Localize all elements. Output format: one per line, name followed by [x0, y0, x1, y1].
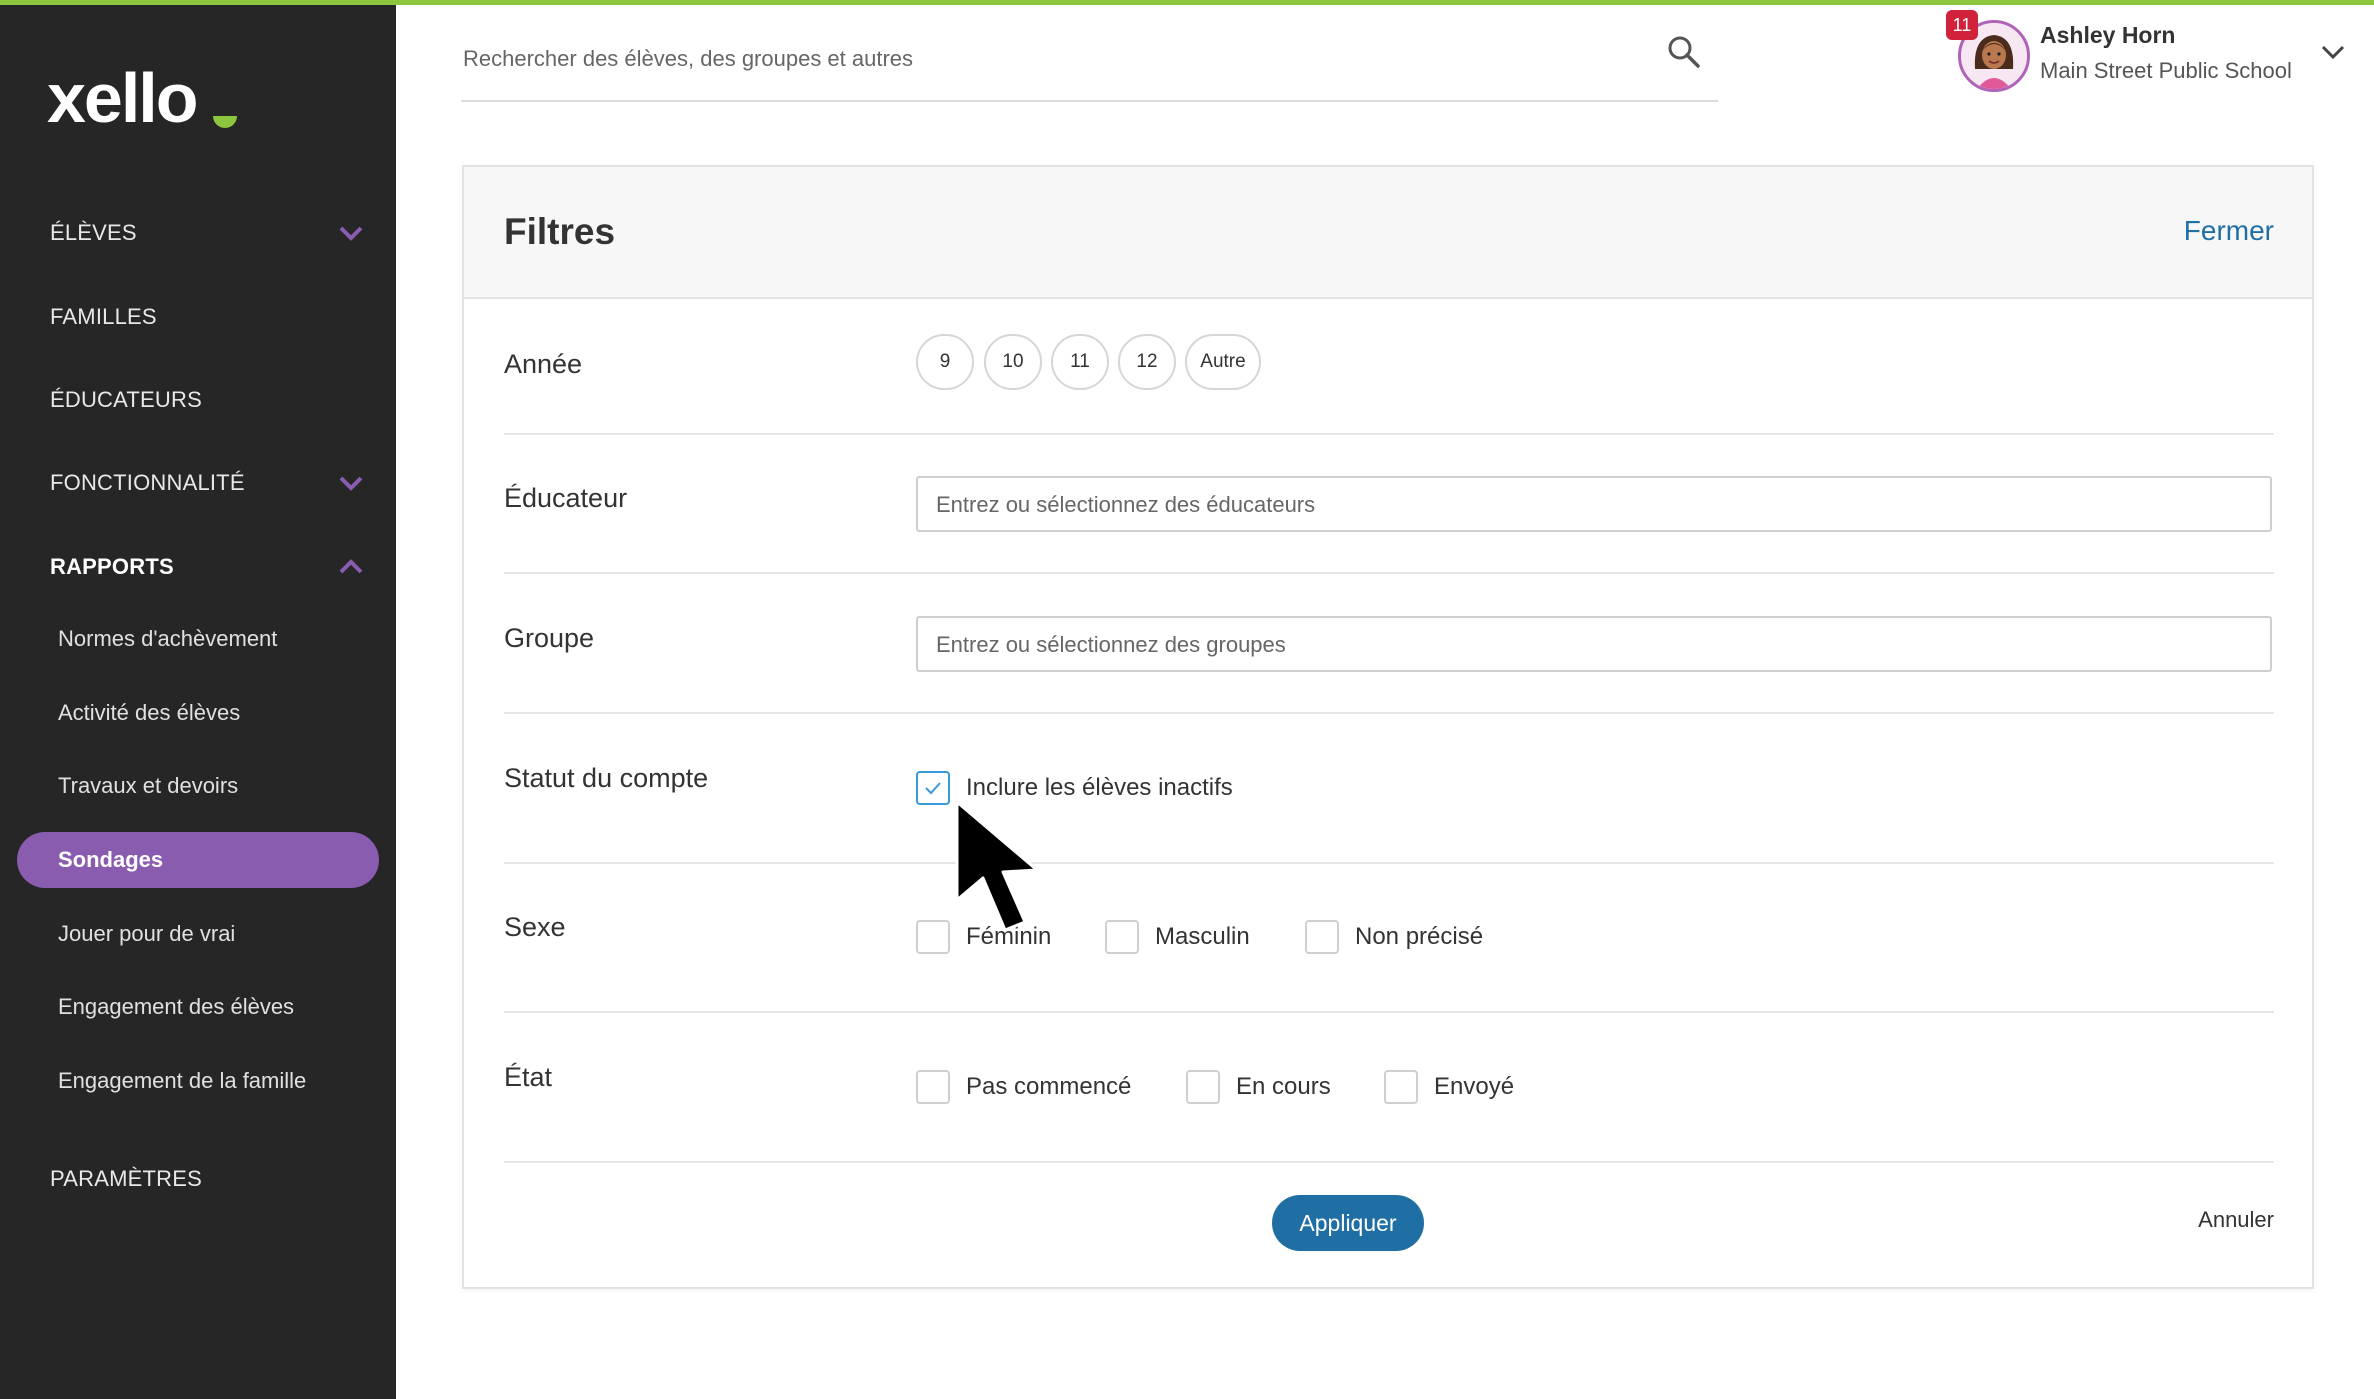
close-filters-link[interactable]: Fermer [2184, 215, 2274, 247]
search-icon[interactable] [1666, 34, 1702, 70]
sidebar-item-familles[interactable]: FAMILLES [0, 287, 396, 347]
educator-label: Éducateur [504, 483, 628, 513]
state-sent-checkbox[interactable] [1384, 1070, 1418, 1104]
group-field [916, 616, 2272, 672]
user-name[interactable]: Ashley Horn [2040, 22, 2175, 49]
sidebar-item-rapports[interactable]: RAPPORTS [0, 537, 396, 597]
chevron-up-icon[interactable] [336, 555, 366, 579]
notification-badge[interactable]: 11 [1946, 10, 1978, 40]
row-divider [504, 433, 2274, 435]
sidebar-subitem-label: Engagement des élèves [58, 994, 295, 1019]
sidebar-item-label: ÉDUCATEURS [50, 387, 202, 412]
xello-logo[interactable]: xello [47, 60, 257, 140]
state-not-started-label[interactable]: Pas commencé [966, 1073, 1131, 1101]
sex-feminine-checkbox[interactable] [916, 920, 950, 954]
inactive-students-label[interactable]: Inclure les élèves inactifs [966, 774, 1233, 802]
row-divider [504, 862, 2274, 864]
sex-unspecified-checkbox[interactable] [1305, 920, 1339, 954]
sidebar-subitem-travaux[interactable]: Travaux et devoirs [0, 758, 396, 814]
sidebar-subitem-activite[interactable]: Activité des élèves [0, 685, 396, 741]
sidebar-subitem-label: Sondages [58, 847, 164, 872]
search-input[interactable] [461, 32, 1645, 86]
logo-smile-shape [213, 116, 237, 128]
chevron-down-icon[interactable] [336, 221, 366, 245]
state-not-started-checkbox[interactable] [916, 1070, 950, 1104]
sidebar-item-label: RAPPORTS [50, 554, 174, 579]
educator-input[interactable] [934, 478, 2258, 532]
sidebar-item-label: FONCTIONNALITÉ [50, 470, 245, 495]
checkmark-icon [925, 782, 941, 795]
year-chip-autre[interactable]: Autre [1185, 334, 1261, 390]
filters-panel: Filtres Fermer Année 9 10 11 12 Autre Éd… [462, 165, 2314, 1289]
sidebar-subitem-sondages[interactable]: Sondages [17, 832, 379, 888]
row-divider [504, 1011, 2274, 1013]
state-in-progress-checkbox[interactable] [1186, 1070, 1220, 1104]
sidebar-item-educateurs[interactable]: ÉDUCATEURS [0, 370, 396, 430]
logo-text: xello [47, 60, 197, 137]
row-divider [504, 572, 2274, 574]
sidebar-subitem-label: Jouer pour de vrai [58, 921, 236, 946]
sidebar-item-parametres[interactable]: PARAMÈTRES [0, 1149, 396, 1209]
sidebar-subitem-engagement-famille[interactable]: Engagement de la famille [0, 1053, 396, 1109]
filters-title: Filtres [504, 211, 616, 252]
cancel-link[interactable]: Annuler [2198, 1207, 2274, 1233]
sidebar-item-label: FAMILLES [50, 304, 157, 329]
user-school[interactable]: Main Street Public School [2040, 58, 2310, 84]
year-chip-12[interactable]: 12 [1118, 334, 1176, 390]
filters-header: Filtres Fermer [464, 167, 2312, 299]
sidebar-subitem-engagement-eleves[interactable]: Engagement des élèves [0, 979, 396, 1035]
year-chip-9[interactable]: 9 [916, 334, 974, 390]
sex-label: Sexe [504, 912, 566, 942]
state-label: État [504, 1062, 553, 1092]
sidebar-item-fonctionnalite[interactable]: FONCTIONNALITÉ [0, 453, 396, 513]
sidebar-subitem-label: Normes d'achèvement [58, 626, 278, 651]
state-in-progress-label[interactable]: En cours [1236, 1073, 1331, 1101]
sidebar-item-label: PARAMÈTRES [50, 1166, 202, 1191]
year-chip-10[interactable]: 10 [984, 334, 1042, 390]
sidebar-item-label: ÉLÈVES [50, 220, 137, 245]
chevron-down-icon[interactable] [336, 471, 366, 495]
apply-button[interactable]: Appliquer [1272, 1195, 1424, 1251]
group-label: Groupe [504, 623, 595, 653]
sex-masculine-label[interactable]: Masculin [1155, 923, 1250, 951]
sidebar-subitem-label: Travaux et devoirs [58, 773, 239, 798]
group-input[interactable] [934, 618, 2258, 672]
sidebar-subitem-label: Engagement de la famille [58, 1068, 307, 1093]
account-status-label: Statut du compte [504, 763, 709, 793]
sidebar-subitem-jouer[interactable]: Jouer pour de vrai [0, 906, 396, 962]
inactive-students-checkbox[interactable] [916, 771, 950, 805]
chevron-down-icon[interactable] [2318, 40, 2348, 64]
sidebar-item-eleves[interactable]: ÉLÈVES [0, 203, 396, 263]
educator-field [916, 476, 2272, 532]
sex-unspecified-label[interactable]: Non précisé [1355, 923, 1483, 951]
row-divider [504, 712, 2274, 714]
global-search [461, 22, 1718, 102]
sidebar-subitem-label: Activité des élèves [58, 700, 241, 725]
year-chip-11[interactable]: 11 [1051, 334, 1109, 390]
sex-masculine-checkbox[interactable] [1105, 920, 1139, 954]
sidebar: xello ÉLÈVES FAMILLES ÉDUCATEURS FONCTIO… [0, 5, 396, 1399]
mouse-cursor-icon [955, 800, 1039, 932]
year-label: Année [504, 349, 583, 379]
state-sent-label[interactable]: Envoyé [1434, 1073, 1514, 1101]
sidebar-subitem-normes[interactable]: Normes d'achèvement [0, 611, 396, 667]
row-divider [504, 1161, 2274, 1163]
